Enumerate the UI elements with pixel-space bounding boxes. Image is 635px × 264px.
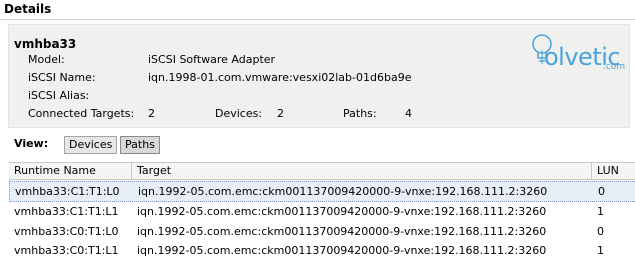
- column-divider[interactable]: [131, 163, 132, 179]
- column-divider[interactable]: [591, 163, 592, 179]
- table-row[interactable]: vmhba33:C0:T1:L0 iqn.1992-05.com.emc:ckm…: [9, 222, 635, 241]
- paths-view-button[interactable]: Paths: [120, 136, 160, 154]
- target-cell: iqn.1992-05.com.emc:ckm001137009420000-9…: [137, 205, 547, 218]
- lun-cell: 0: [597, 225, 604, 238]
- lun-cell: 1: [597, 244, 604, 257]
- iscsi-alias-label: iSCSI Alias:: [28, 89, 90, 102]
- title-divider: [0, 19, 635, 20]
- table-header: Runtime Name Target LUN: [9, 162, 635, 180]
- devices-view-button[interactable]: Devices: [64, 136, 118, 154]
- model-value: iSCSI Software Adapter: [148, 53, 276, 66]
- devices-value: 2: [277, 107, 284, 120]
- column-header-lun[interactable]: LUN: [597, 164, 619, 178]
- table-row[interactable]: vmhba33:C1:T1:L0 iqn.1992-05.com.emc:ckm…: [9, 181, 635, 202]
- runtime-name-cell: vmhba33:C1:T1:L0: [15, 185, 120, 198]
- target-cell: iqn.1992-05.com.emc:ckm001137009420000-9…: [138, 185, 548, 198]
- model-label: Model:: [28, 53, 65, 66]
- connected-targets-label: Connected Targets:: [28, 107, 135, 120]
- view-label: View:: [14, 137, 49, 150]
- lun-cell: 0: [598, 185, 605, 198]
- runtime-name-cell: vmhba33:C1:T1:L1: [14, 205, 119, 218]
- iscsi-name-label: iSCSI Name:: [28, 71, 96, 84]
- logo-suffix: .com: [603, 62, 626, 72]
- runtime-name-cell: vmhba33:C0:T1:L0: [14, 225, 119, 238]
- lun-cell: 1: [597, 205, 604, 218]
- column-header-runtime-name[interactable]: Runtime Name: [14, 164, 96, 178]
- table-row[interactable]: vmhba33:C0:T1:L1 iqn.1992-05.com.emc:ckm…: [9, 241, 635, 260]
- target-cell: iqn.1992-05.com.emc:ckm001137009420000-9…: [137, 225, 547, 238]
- devices-label: Devices:: [215, 107, 263, 120]
- target-cell: iqn.1992-05.com.emc:ckm001137009420000-9…: [137, 244, 547, 257]
- paths-label: Paths:: [343, 107, 377, 120]
- table-row[interactable]: vmhba33:C1:T1:L1 iqn.1992-05.com.emc:ckm…: [9, 202, 635, 221]
- paths-value: 4: [405, 107, 412, 120]
- details-title: Details: [4, 2, 52, 16]
- adapter-name: vmhba33: [14, 37, 77, 51]
- iscsi-name-value: iqn.1998-01.com.vmware:vesxi02lab-01d6ba…: [148, 71, 412, 84]
- column-header-target[interactable]: Target: [137, 164, 171, 178]
- connected-targets-value: 2: [148, 107, 155, 120]
- runtime-name-cell: vmhba33:C0:T1:L1: [14, 244, 119, 257]
